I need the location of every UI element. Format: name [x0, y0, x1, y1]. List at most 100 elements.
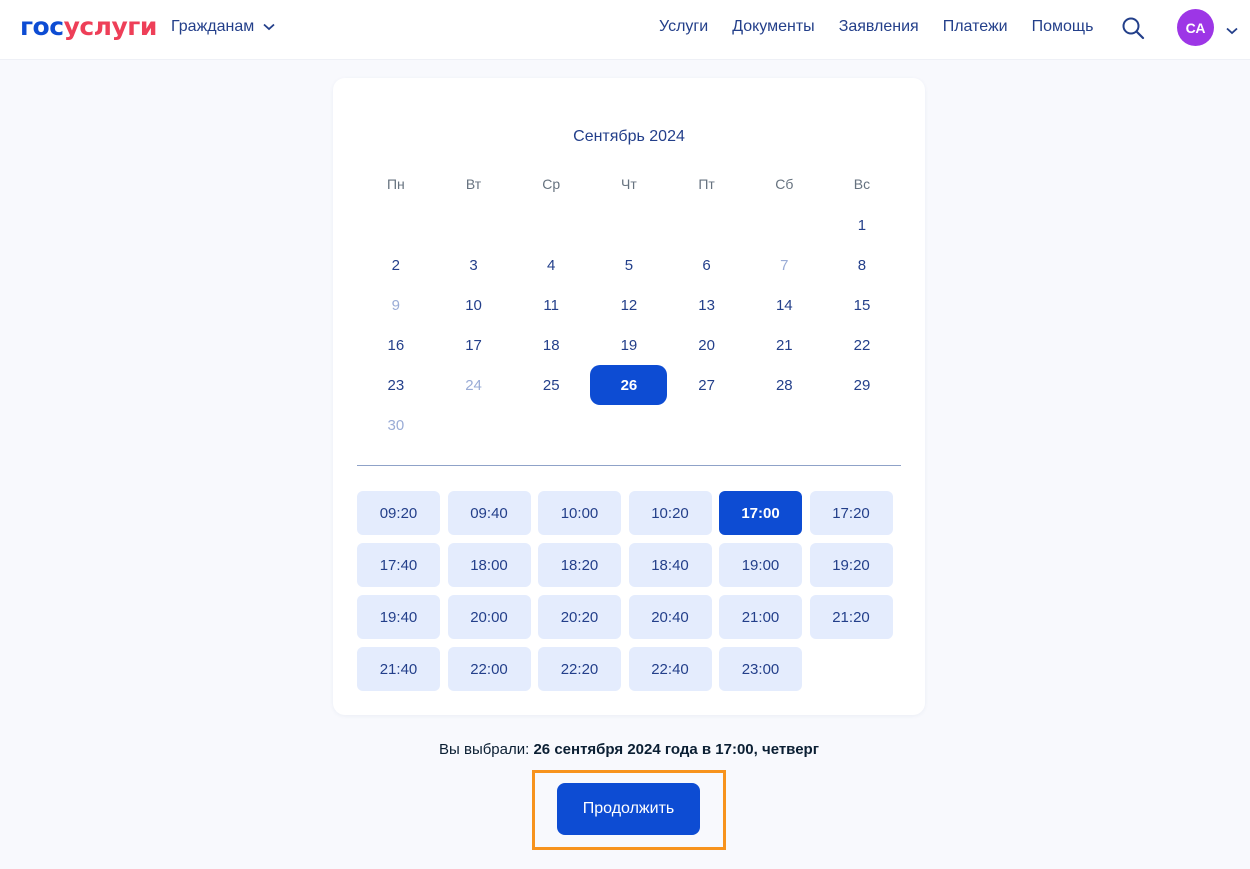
empty-day-cell	[745, 205, 823, 245]
time-slot[interactable]: 19:40	[357, 595, 440, 639]
time-slot-selected[interactable]: 17:00	[719, 491, 802, 535]
search-icon[interactable]	[1121, 16, 1145, 45]
calendar-day[interactable]: 16	[357, 325, 435, 365]
calendar-day[interactable]: 2	[357, 245, 435, 285]
calendar-day[interactable]: 27	[668, 365, 746, 405]
calendar-day[interactable]: 20	[668, 325, 746, 365]
calendar-day[interactable]: 14	[745, 285, 823, 325]
calendar-day-number: 7	[780, 256, 789, 274]
calendar-day[interactable]: 1	[823, 205, 901, 245]
time-slot[interactable]: 20:20	[538, 595, 621, 639]
calendar-day[interactable]: 12	[590, 285, 668, 325]
time-slot[interactable]: 09:20	[357, 491, 440, 535]
calendar-day-number: 17	[465, 336, 482, 354]
weekday-label: Пн	[386, 176, 405, 192]
calendar-day[interactable]: 22	[823, 325, 901, 365]
time-slot[interactable]: 21:40	[357, 647, 440, 691]
time-slots-grid: 09:20 09:40 10:00 10:20 17:00 17:20 17:40 18:00…	[357, 491, 893, 691]
calendar-day[interactable]: 23	[357, 365, 435, 405]
time-slot[interactable]: 20:00	[447, 595, 531, 639]
calendar-day-number: 6	[702, 256, 711, 274]
calendar-day-number: 15	[853, 296, 871, 314]
calendar-day-number: 16	[387, 336, 405, 354]
calendar-day[interactable]: 11	[512, 285, 590, 325]
calendar-day-number: 9	[391, 296, 401, 314]
time-slot[interactable]: 18:40	[628, 543, 712, 587]
calendar-day[interactable]: 29	[823, 365, 901, 405]
calendar-day[interactable]: 28	[745, 365, 823, 405]
calendar-day-number: 5	[624, 256, 634, 274]
calendar-day[interactable]: 21	[745, 325, 823, 365]
calendar-day-number: 13	[698, 296, 715, 314]
time-slot[interactable]: 17:20	[809, 491, 893, 535]
calendar-day-number: 29	[853, 376, 871, 394]
avatar-chevron-down-icon[interactable]	[1226, 22, 1238, 40]
calendar-day-number: 12	[620, 296, 638, 314]
weekday-label: Сб	[775, 176, 794, 192]
calendar-day-number: 10	[465, 296, 482, 314]
empty-day-cell	[668, 205, 746, 245]
calendar-day[interactable]: 5	[590, 245, 668, 285]
calendar-day-number: 27	[698, 376, 715, 394]
time-slot[interactable]: 21:20	[809, 595, 893, 639]
calendar-day[interactable]: 3	[435, 245, 513, 285]
calendar-day-selected[interactable]: 26	[590, 365, 668, 405]
time-slot[interactable]: 20:40	[628, 595, 712, 639]
calendar-day[interactable]: 8	[823, 245, 901, 285]
selection-summary: Вы выбрали: 26 сентября 2024 года в 17:0…	[0, 741, 1250, 758]
empty-day-cell	[590, 205, 668, 245]
continue-button[interactable]: Продолжить	[557, 783, 700, 835]
audience-dropdown[interactable]: Гражданам	[171, 18, 275, 36]
calendar-day-number: 28	[775, 376, 793, 394]
calendar-day[interactable]: 13	[668, 285, 746, 325]
calendar-day-number: 21	[775, 336, 793, 354]
calendar-day-number: 2	[391, 256, 401, 274]
nav-services[interactable]: Услуги	[659, 18, 708, 36]
empty-day-cell	[435, 205, 513, 245]
calendar-day-number: 1	[857, 216, 867, 234]
calendar-month-title: Сентябрь 2024	[573, 128, 685, 145]
audience-label: Гражданам	[171, 18, 255, 35]
time-slot[interactable]: 19:00	[719, 543, 802, 587]
time-slot[interactable]: 18:00	[447, 543, 531, 587]
gosuslugi-logo[interactable]: госуслуги	[20, 12, 157, 41]
calendar-day-number: 25	[542, 376, 560, 394]
calendar-day-number: 26	[590, 365, 668, 405]
calendar-day[interactable]: 4	[512, 245, 590, 285]
calendar-day[interactable]: 19	[590, 325, 668, 365]
main-nav: Услуги Документы Заявления Платежи Помощ…	[659, 18, 1117, 36]
nav-help[interactable]: Помощь	[1032, 18, 1094, 36]
time-slot[interactable]: 09:40	[447, 491, 531, 535]
weekday-header: Пн Вт Ср Чт Пт Сб Вс	[357, 176, 901, 192]
time-slot[interactable]: 17:40	[357, 543, 440, 587]
calendar-day[interactable]: 18	[512, 325, 590, 365]
nav-documents[interactable]: Документы	[732, 18, 814, 36]
nav-payments[interactable]: Платежи	[943, 18, 1008, 36]
calendar-day-number: 3	[469, 256, 478, 274]
calendar-days-grid: 1 2 3 4 5 6 7 8 9 10 11 12 13 14 15 16 17 18 19 20 21 22 23 24 2…	[357, 205, 901, 445]
time-slot[interactable]: 18:20	[538, 543, 621, 587]
time-slot[interactable]: 22:00	[447, 647, 531, 691]
user-avatar[interactable]: СА	[1177, 9, 1214, 46]
time-slot[interactable]: 22:40	[628, 647, 712, 691]
empty-day-cell	[357, 205, 435, 245]
nav-applications[interactable]: Заявления	[839, 18, 919, 36]
calendar-day[interactable]: 25	[512, 365, 590, 405]
calendar-day[interactable]: 17	[435, 325, 513, 365]
calendar-day[interactable]: 10	[435, 285, 513, 325]
calendar-day: 24	[435, 365, 513, 405]
time-slot[interactable]: 23:00	[719, 647, 802, 691]
calendar-day-number: 30	[387, 416, 405, 434]
divider	[357, 465, 901, 466]
calendar-day[interactable]: 15	[823, 285, 901, 325]
summary-value: 26 сентября 2024 года в 17:00, четверг	[533, 741, 819, 758]
time-slot[interactable]: 10:20	[628, 491, 712, 535]
calendar-day[interactable]: 6	[668, 245, 746, 285]
empty-day-cell	[512, 205, 590, 245]
time-slot[interactable]: 21:00	[719, 595, 802, 639]
weekday-label: Вс	[853, 176, 871, 192]
weekday-label: Пт	[698, 176, 715, 192]
time-slot[interactable]: 19:20	[809, 543, 893, 587]
time-slot[interactable]: 10:00	[538, 491, 621, 535]
time-slot[interactable]: 22:20	[538, 647, 621, 691]
